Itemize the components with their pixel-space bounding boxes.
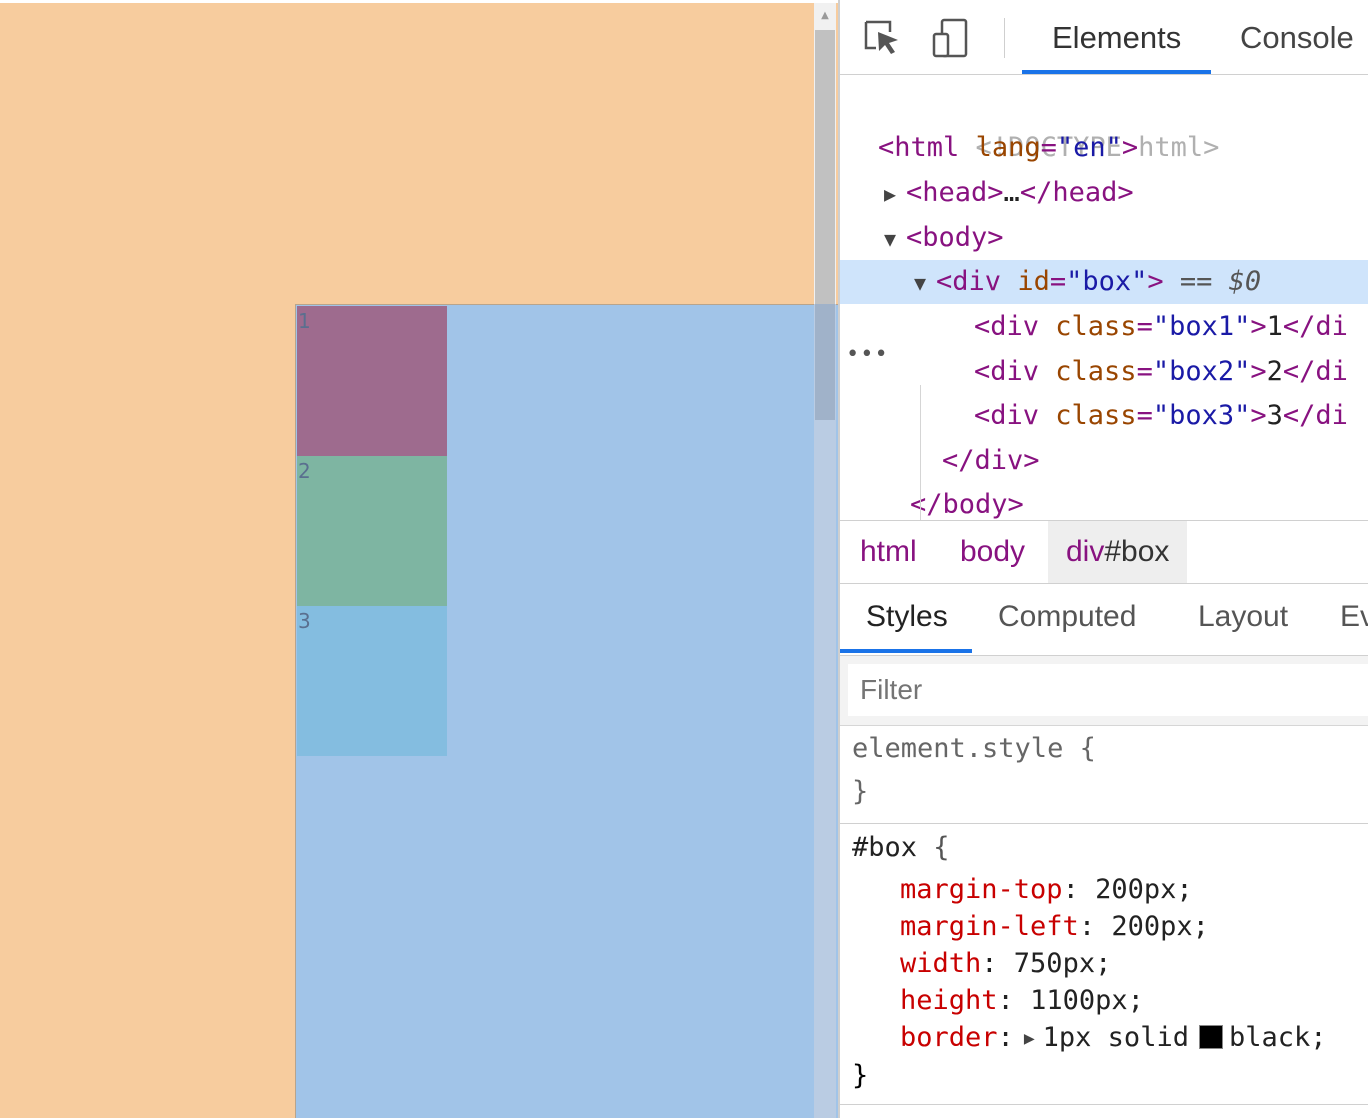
box-open-brace: { [933,832,950,863]
box2-close-tag: </di [1282,356,1348,387]
style-property-width[interactable]: width: 750px; [900,945,1111,982]
property-name[interactable]: width [900,948,981,979]
element-style-close-brace: } [852,776,869,807]
toolbar-divider [1004,18,1005,58]
page-vertical-scrollbar[interactable]: ▲ [814,3,836,1118]
scroll-up-arrow-icon[interactable]: ▲ [814,3,836,29]
box1-label: 1 [298,309,311,333]
dom-line-head[interactable]: ▶ <head>…</head> [840,171,1368,215]
styles-panel-tabs: Styles Computed Layout Ev [840,584,1368,656]
element-style-rule[interactable]: element.style { } [840,728,1368,824]
div-close-tag: </div> [942,445,1040,476]
tree-indent-guide [920,385,921,520]
scrollbar-highlight-overlay [814,304,836,1118]
styles-filter-input[interactable] [848,664,1368,716]
box-style-rule[interactable]: #box { margin-top: 200px; margin-left: 2… [840,824,1368,1105]
selected-marker: == $0 [1179,266,1262,297]
property-color-value[interactable]: black; [1229,1022,1327,1053]
dom-line-html[interactable]: <html lang="en"> [840,126,1368,170]
box-highlight-overlay[interactable]: 1 2 3 [295,304,838,1118]
div-attr-name: id [1017,266,1050,297]
box2-label: 2 [298,459,311,483]
active-tab-indicator [1022,70,1211,74]
property-name[interactable]: margin-left [900,911,1079,942]
property-name[interactable]: border [900,1022,998,1053]
head-close-tag: </head> [1019,177,1134,208]
breadcrumb-body[interactable]: body [942,521,1043,583]
tab-console[interactable]: Console [1240,20,1354,56]
breadcrumb: html body div#box [840,520,1368,584]
div-attr-value: "box" [1066,266,1148,297]
property-name[interactable]: height [900,985,998,1016]
box-close-brace: } [852,1060,869,1091]
box-rule-selector-line: #box { [852,829,950,866]
box3-attr-name: class [1055,400,1137,431]
box2-text: 2 [1266,356,1283,387]
viewport-top-edge [0,0,838,3]
box1-attr-name: class [1055,311,1137,342]
html-attr-name: lang [975,132,1041,163]
box3-element[interactable]: 3 [297,606,447,756]
dom-line-doctype[interactable]: <!DOCTYPE html> [840,82,1368,163]
body-close-tag: </body> [910,489,1024,520]
property-name[interactable]: margin-top [900,874,1063,905]
body-open-tag: <body> [906,222,1004,253]
box2-element[interactable]: 2 [297,456,447,606]
box3-text: 3 [1266,400,1283,431]
box2-attr-value: "box2" [1152,356,1251,387]
expand-arrow-icon[interactable]: ▶ [1024,1020,1035,1057]
property-value[interactable]: 1px solid [1043,1022,1189,1053]
property-value[interactable]: 200px; [1111,911,1209,942]
head-ellipsis: … [1003,177,1020,208]
device-toolbar-icon[interactable] [930,18,970,58]
collapse-arrow-icon[interactable]: ▼ [914,261,936,305]
tab-styles[interactable]: Styles [866,600,948,634]
box2-attr-name: class [1055,356,1137,387]
dom-line-div-box-selected[interactable]: ▼ <div id="box"> == $0 [840,260,1368,304]
box3-label: 3 [298,609,311,633]
property-value[interactable]: 200px; [1095,874,1193,905]
box-selector[interactable]: #box [852,832,917,863]
tab-event-listeners[interactable]: Ev [1340,600,1368,634]
collapse-arrow-icon[interactable]: ▼ [884,217,906,261]
tab-elements[interactable]: Elements [1052,20,1181,56]
box3-attr-value: "box3" [1152,400,1251,431]
box1-attr-value: "box1" [1152,311,1251,342]
style-property-border[interactable]: border: ▶ 1px solid black; [900,1019,1327,1057]
breadcrumb-html[interactable]: html [842,521,935,583]
expand-arrow-icon[interactable]: ▶ [884,172,906,216]
page-viewport: 1 2 3 ▲ [0,0,838,1118]
box1-text: 1 [1266,311,1283,342]
div-tag-name: div [952,266,1002,297]
head-open-tag: <head> [906,177,1004,208]
color-swatch-icon[interactable] [1198,1025,1223,1049]
html-tag-name: html [894,132,960,163]
tab-computed[interactable]: Computed [998,600,1136,634]
style-property-height[interactable]: height: 1100px; [900,982,1144,1019]
dom-tree: <!DOCTYPE html> <html lang="en"> ▶ <head>… [840,80,1368,520]
styles-filter-row [840,656,1368,726]
html-attr-value: "en" [1056,132,1122,163]
tab-layout[interactable]: Layout [1198,600,1288,634]
box3-close-tag: </di [1282,400,1348,431]
property-value[interactable]: 750px; [1014,948,1112,979]
devtools-panel: Elements Console <!DOCTYPE html> <html l… [838,0,1368,1118]
breadcrumb-div-box[interactable]: div#box [1048,521,1188,583]
property-value[interactable]: 1100px; [1030,985,1144,1016]
box1-close-tag: </di [1282,311,1348,342]
breadcrumb-div-id: #box [1104,535,1170,568]
style-property-margin-top[interactable]: margin-top: 200px; [900,871,1193,908]
dom-line-body[interactable]: ▼ <body> [840,216,1368,260]
breadcrumb-div-tag: div [1066,535,1105,568]
active-panel-tab-indicator [840,649,972,653]
devtools-toolbar: Elements Console [840,0,1368,75]
style-property-margin-left[interactable]: margin-left: 200px; [900,908,1209,945]
inspect-element-icon[interactable] [862,18,902,58]
element-style-selector: element.style { [852,733,1096,764]
box1-element[interactable]: 1 [297,306,447,456]
dom-line-box1[interactable]: <div class="box1">1</di [840,305,1368,349]
